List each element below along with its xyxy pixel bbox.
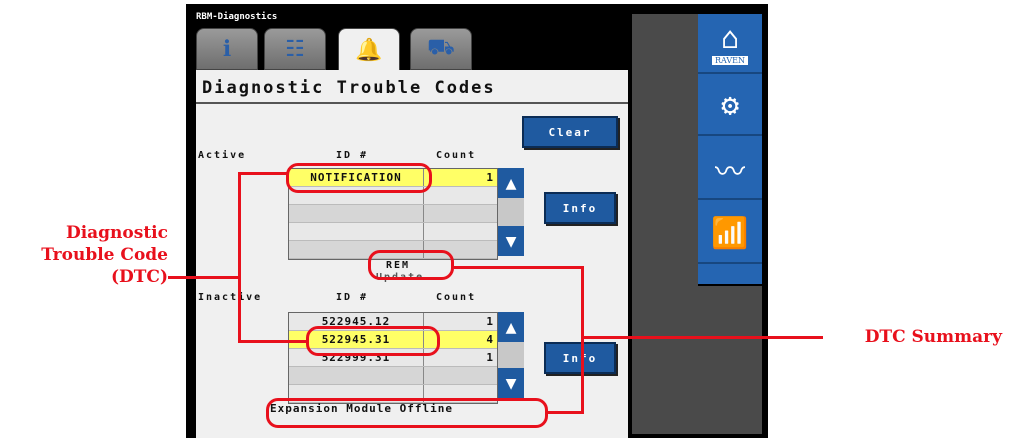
tractor-icon: ⛟ bbox=[427, 35, 455, 60]
diagnostics-pulse-icon: 〰 bbox=[715, 155, 745, 190]
dtc-count bbox=[424, 223, 497, 240]
tab-checklist[interactable]: ☷ bbox=[264, 28, 326, 70]
info-button-inactive[interactable]: Info bbox=[544, 342, 616, 374]
dtc-id bbox=[289, 367, 424, 384]
table-row[interactable] bbox=[289, 223, 497, 241]
rail-settings-button[interactable]: ⚙ bbox=[698, 76, 762, 136]
arrow-down-icon: ▼ bbox=[505, 230, 517, 252]
connector-line bbox=[546, 411, 584, 414]
connector-line bbox=[238, 172, 288, 175]
scroll-down-button[interactable]: ▼ bbox=[498, 226, 524, 256]
brand-label: RAVEN bbox=[711, 56, 749, 65]
connector-line bbox=[454, 266, 584, 269]
table-row[interactable] bbox=[289, 367, 497, 385]
dtc-count bbox=[424, 187, 497, 204]
gears-icon: ⚙ bbox=[720, 87, 740, 123]
connector-line bbox=[581, 336, 823, 339]
dtc-count bbox=[424, 367, 497, 384]
inactive-id-header: ID # bbox=[336, 292, 369, 303]
dtc-callout-label: Diagnostic Trouble Code (DTC) bbox=[0, 222, 168, 288]
performance-chart-icon: 📶 bbox=[711, 215, 749, 251]
highlight-ring-rem bbox=[368, 250, 454, 280]
info-icon: ℹ bbox=[222, 36, 232, 62]
alarm-bell-icon: 🔔 bbox=[355, 38, 383, 63]
connector-line bbox=[238, 340, 308, 343]
rail-empty bbox=[698, 286, 762, 434]
checklist-icon: ☷ bbox=[285, 36, 305, 62]
inactive-count-header: Count bbox=[436, 292, 477, 303]
home-icon: ⌂ bbox=[720, 21, 740, 56]
dtc-count: 1 bbox=[486, 171, 493, 184]
callout-line: (DTC) bbox=[110, 267, 168, 287]
rail-performance-button[interactable]: 📶 bbox=[698, 204, 762, 264]
dtc-count bbox=[424, 205, 497, 222]
divider bbox=[196, 102, 628, 104]
connector-line bbox=[168, 276, 240, 279]
arrow-up-icon: ▲ bbox=[505, 172, 517, 194]
rail-home-button[interactable]: ⌂ RAVEN bbox=[698, 14, 762, 74]
arrow-down-icon: ▼ bbox=[505, 372, 517, 394]
scroll-down-button[interactable]: ▼ bbox=[498, 368, 524, 398]
callout-line: Trouble Code bbox=[41, 245, 168, 265]
table-row[interactable] bbox=[289, 205, 497, 223]
info-button-active[interactable]: Info bbox=[544, 192, 616, 224]
tab-alarms[interactable]: 🔔 bbox=[338, 28, 400, 72]
active-label: Active bbox=[198, 150, 247, 161]
tab-info[interactable]: ℹ bbox=[196, 28, 258, 70]
clear-button[interactable]: Clear bbox=[522, 116, 618, 148]
tab-machine[interactable]: ⛟ bbox=[410, 28, 472, 70]
highlight-ring-inactive bbox=[306, 326, 440, 356]
callout-line: Diagnostic bbox=[65, 223, 168, 243]
summary-callout-label: DTC Summary bbox=[864, 327, 1002, 347]
rail-diagnostics-button[interactable]: 〰 bbox=[698, 140, 762, 200]
arrow-up-icon: ▲ bbox=[505, 316, 517, 338]
scroll-up-button[interactable]: ▲ bbox=[498, 168, 524, 198]
active-scrollbar[interactable]: ▲ ▼ bbox=[498, 168, 524, 256]
scroll-up-button[interactable]: ▲ bbox=[498, 312, 524, 342]
inactive-scrollbar[interactable]: ▲ ▼ bbox=[498, 312, 524, 398]
active-id-header: ID # bbox=[336, 150, 369, 161]
active-count-header: Count bbox=[436, 150, 477, 161]
highlight-ring-status bbox=[266, 398, 548, 428]
dtc-id bbox=[289, 205, 424, 222]
page-title: Diagnostic Trouble Codes bbox=[202, 78, 496, 98]
screen-margin bbox=[632, 14, 698, 434]
inactive-label: Inactive bbox=[198, 292, 263, 303]
window-title: RBM-Diagnostics bbox=[196, 12, 278, 22]
connector-line bbox=[238, 172, 241, 342]
dtc-id bbox=[289, 223, 424, 240]
connector-line bbox=[581, 266, 584, 414]
highlight-ring-active bbox=[286, 163, 432, 193]
